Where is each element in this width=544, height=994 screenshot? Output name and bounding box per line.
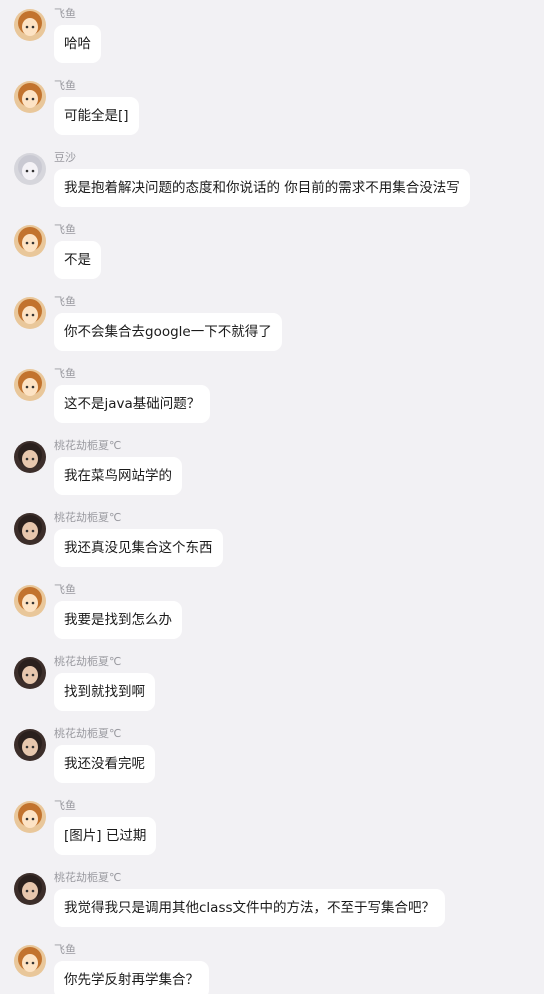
message-bubble[interactable]: 你不会集合去google一下不就得了 [54,313,282,351]
sender-name: 桃花劫栀夏℃ [54,655,122,668]
avatar[interactable] [14,441,46,473]
avatar[interactable] [14,513,46,545]
message-bubble[interactable]: 找到就找到啊 [54,673,155,711]
avatar[interactable] [14,801,46,833]
sender-name: 飞鱼 [54,7,76,20]
avatar[interactable] [14,657,46,689]
sender-name: 飞鱼 [54,583,76,596]
sender-name: 飞鱼 [54,799,76,812]
message-bubble[interactable]: 哈哈 [54,25,101,63]
avatar[interactable] [14,729,46,761]
sender-name: 豆沙 [54,151,76,164]
message-bubble[interactable]: 你先学反射再学集合？ [54,961,209,994]
chat-message: 飞鱼 [图片] 已过期 [0,792,544,864]
sender-name: 飞鱼 [54,223,76,236]
chat-message: 桃花劫栀夏℃ 找到就找到啊 [0,648,544,720]
chat-message: 飞鱼 哈哈 [0,0,544,72]
chat-message: 桃花劫栀夏℃ 我还没看完呢 [0,720,544,792]
message-bubble[interactable]: 这不是java基础问题？ [54,385,211,423]
chat-message: 飞鱼这不是java基础问题？ [0,360,544,432]
avatar[interactable] [14,585,46,617]
avatar[interactable] [14,297,46,329]
message-bubble[interactable]: [图片] 已过期 [54,817,157,855]
chat-message: 飞鱼 不是 [0,216,544,288]
message-bubble[interactable]: 我是抱着解决问题的态度和你说话的 你目前的需求不用集合没法写 [54,169,470,207]
message-bubble[interactable]: 我在菜鸟网站学的 [54,457,182,495]
avatar[interactable] [14,225,46,257]
chat-message: 桃花劫栀夏℃ 我还真没见集合这个东西 [0,504,544,576]
avatar[interactable] [14,81,46,113]
chat-message: 飞鱼你先学反射再学集合？ [0,936,544,994]
avatar[interactable] [14,153,46,185]
chat-message: 飞鱼你不会集合去google一下不就得了 [0,288,544,360]
message-bubble[interactable]: 我还真没见集合这个东西 [54,529,223,567]
sender-name: 飞鱼 [54,943,76,956]
chat-message: 桃花劫栀夏℃ 我觉得我只是调用其他class文件中的方法，不至于写集合吧？ [0,864,544,936]
message-bubble[interactable]: 我觉得我只是调用其他class文件中的方法，不至于写集合吧？ [54,889,446,927]
chat-message-list[interactable]: 飞鱼 哈哈 飞鱼 可能全是[] 豆沙 我是抱着解决问题的态度和你说话的 你目前的需求不用集… [0,0,544,994]
chat-message: 飞鱼可能全是[] [0,72,544,144]
sender-name: 桃花劫栀夏℃ [54,871,122,884]
avatar[interactable] [14,369,46,401]
chat-message: 豆沙我是抱着解决问题的态度和你说话的 你目前的需求不用集合没法写 [0,144,544,216]
sender-name: 飞鱼 [54,367,76,380]
chat-message: 桃花劫栀夏℃ 我在菜鸟网站学的 [0,432,544,504]
avatar[interactable] [14,873,46,905]
sender-name: 桃花劫栀夏℃ [54,439,122,452]
avatar[interactable] [14,9,46,41]
sender-name: 飞鱼 [54,295,76,308]
chat-message: 飞鱼我要是找到怎么办 [0,576,544,648]
message-bubble[interactable]: 不是 [54,241,101,279]
sender-name: 桃花劫栀夏℃ [54,727,122,740]
avatar[interactable] [14,945,46,977]
sender-name: 桃花劫栀夏℃ [54,511,122,524]
sender-name: 飞鱼 [54,79,76,92]
message-bubble[interactable]: 可能全是[] [54,97,139,135]
message-bubble[interactable]: 我要是找到怎么办 [54,601,182,639]
message-bubble[interactable]: 我还没看完呢 [54,745,155,783]
